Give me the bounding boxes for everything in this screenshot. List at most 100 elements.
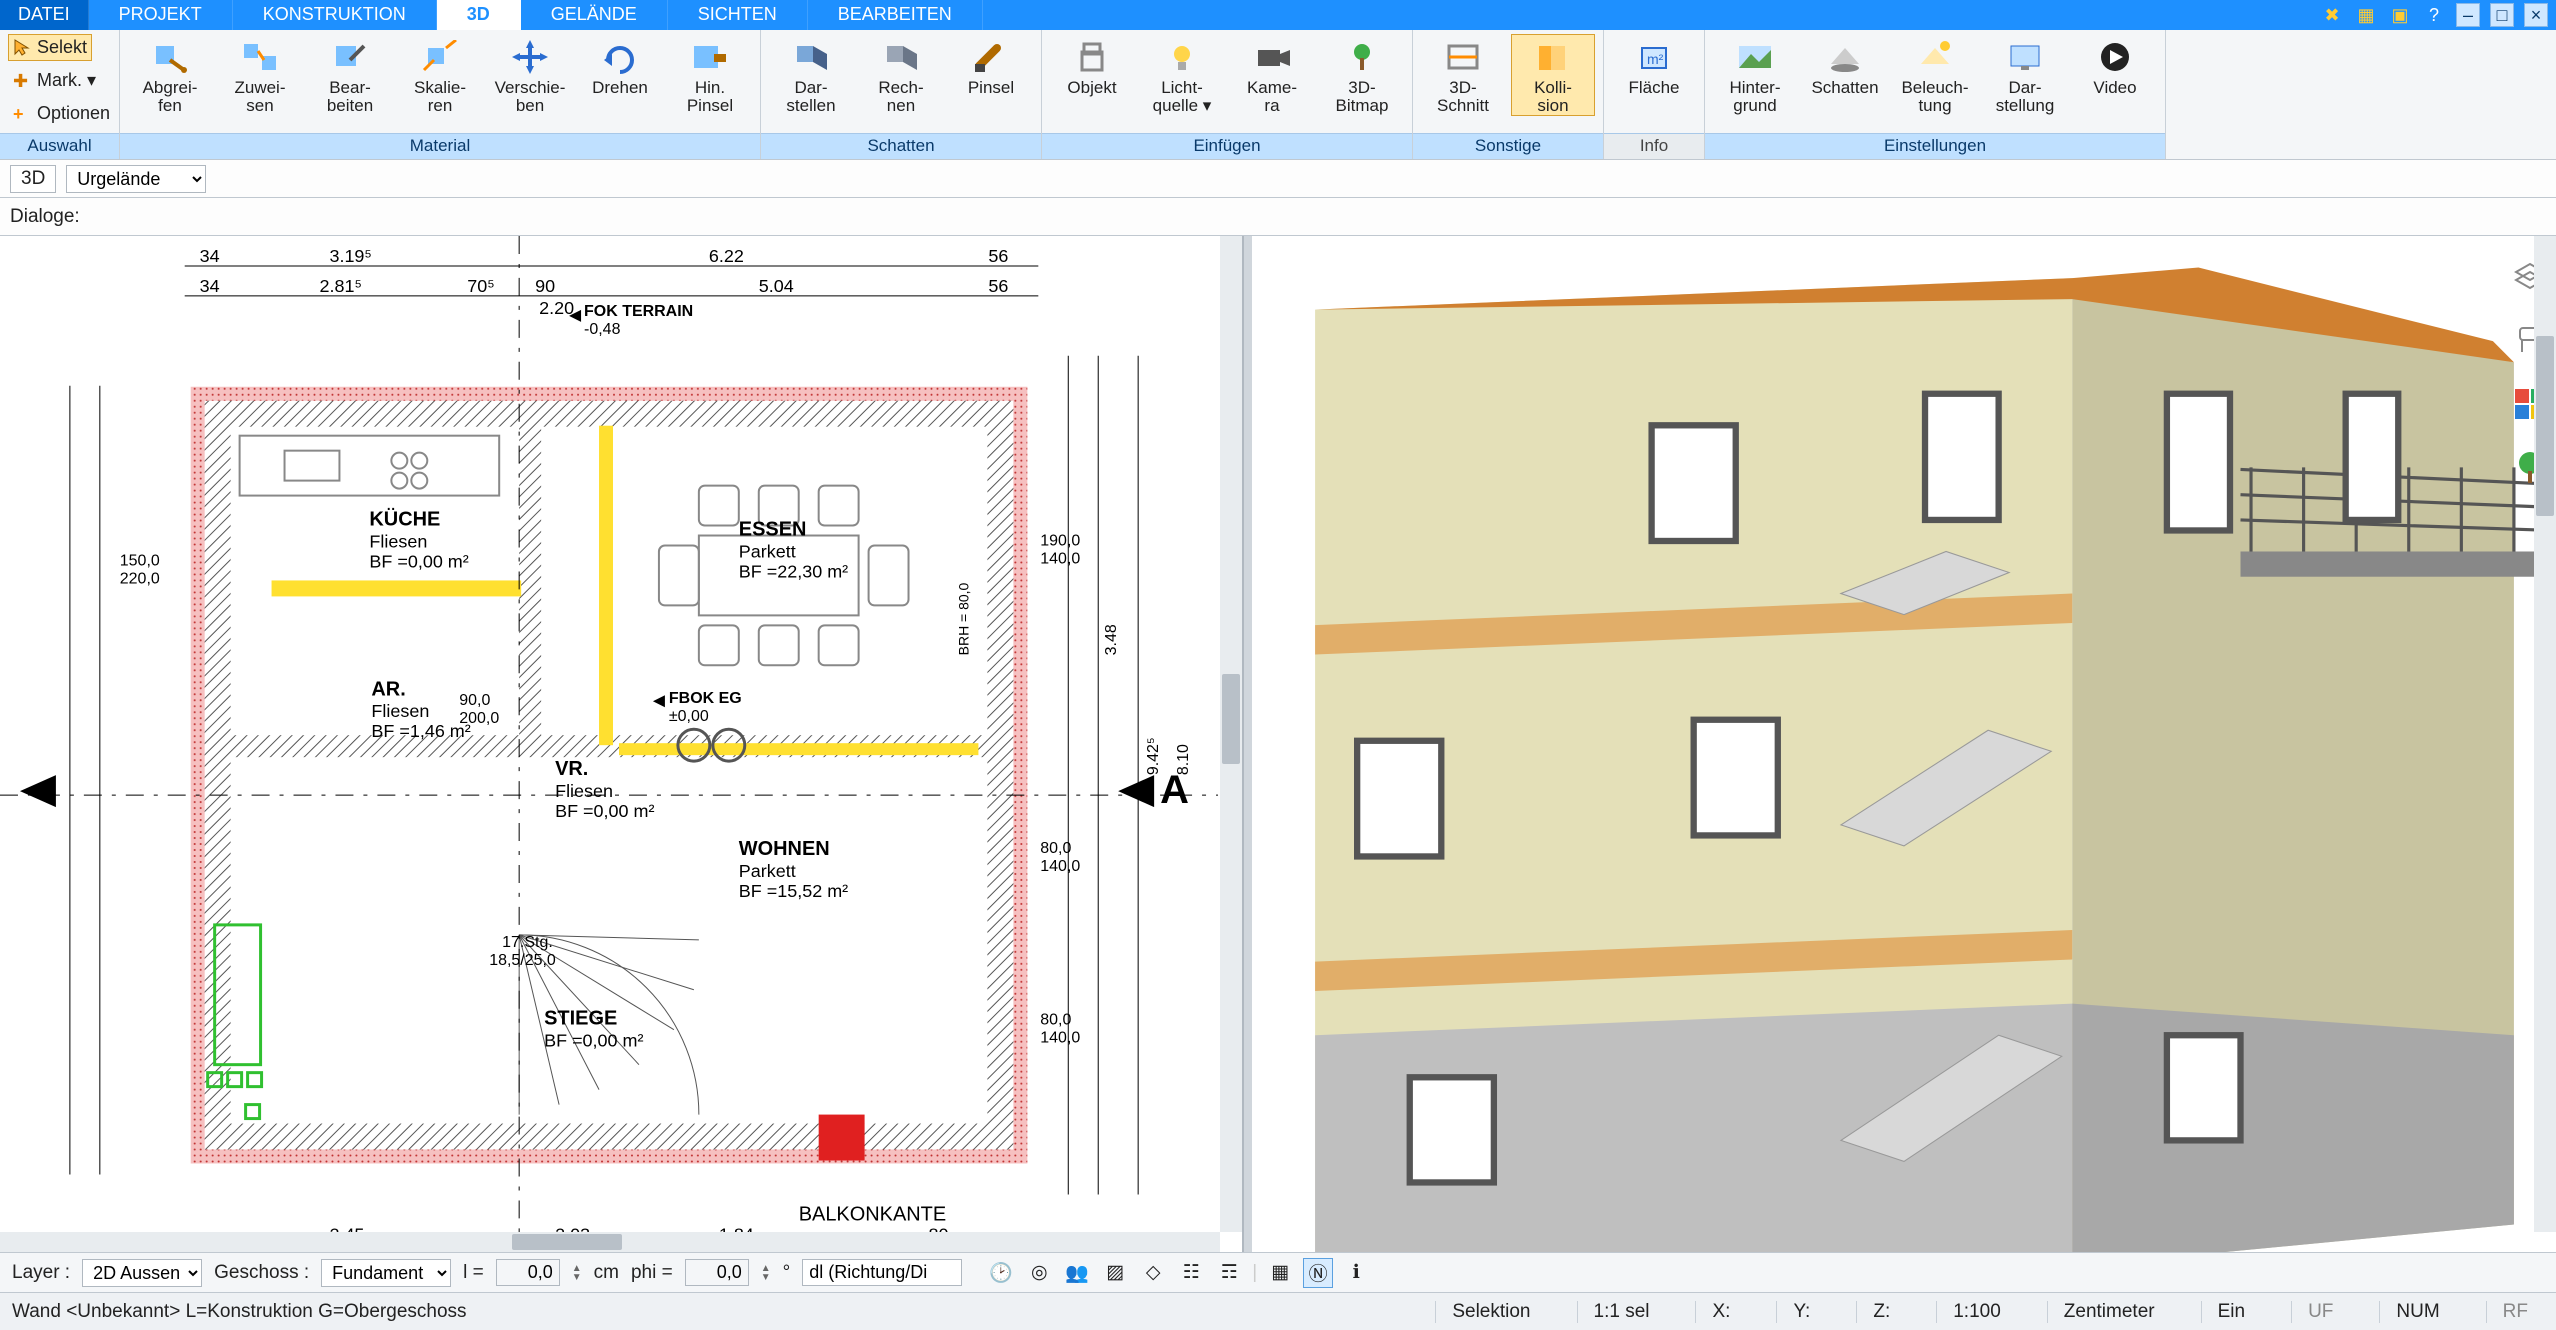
view-3d[interactable] — [1252, 236, 2556, 1252]
stack-icon[interactable]: ☷ — [1176, 1258, 1206, 1288]
ribbon-btn-lichtquelle[interactable]: Licht- quelle ▾ — [1140, 34, 1224, 116]
Objekt-icon — [1070, 39, 1114, 75]
ribbon-btn-video[interactable]: Video — [2073, 34, 2157, 98]
status-scale: 1:100 — [1936, 1301, 2017, 1323]
svg-text:WOHNEN: WOHNEN — [739, 838, 830, 860]
phi-input[interactable] — [685, 1259, 749, 1286]
ribbon-btn-zuweisen[interactable]: Zuwei- sen — [218, 34, 302, 116]
ribbon-btn-drehen[interactable]: Drehen — [578, 34, 662, 98]
tab-datei[interactable]: DATEI — [0, 0, 89, 30]
scrollbar-3d-vertical[interactable] — [2534, 236, 2556, 1232]
svg-text:FOK TERRAIN: FOK TERRAIN — [584, 303, 693, 320]
close-button[interactable]: × — [2524, 3, 2548, 27]
help-icon[interactable]: ? — [2422, 3, 2446, 27]
scrollbar-2d-horizontal[interactable] — [0, 1232, 1220, 1252]
dl-input[interactable] — [802, 1259, 962, 1286]
ribbon-group-einfuegen: ObjektLicht- quelle ▾Kame- ra3D- Bitmap … — [1042, 30, 1413, 159]
building-3d-canvas[interactable] — [1252, 236, 2556, 1252]
layer-label: Layer : — [12, 1262, 70, 1284]
diamond-icon[interactable]: ◇ — [1138, 1258, 1168, 1288]
floorplan-canvas[interactable]: A KÜCHE ESSEN AR. VR. WOHNEN STIEGE Flie… — [0, 236, 1242, 1250]
ribbon-btn-darstellen[interactable]: Dar- stellen — [769, 34, 853, 116]
group-icon[interactable]: 👥 — [1062, 1258, 1092, 1288]
tab-konstruktion[interactable]: KONSTRUKTION — [233, 0, 437, 30]
auswahl-selekt[interactable]: Selekt — [8, 34, 92, 61]
svg-text:VR.: VR. — [555, 758, 588, 780]
svg-text:140,0: 140,0 — [1040, 858, 1080, 875]
ribbon-btn-label: Schatten — [1811, 79, 1878, 97]
tab-sichten[interactable]: SICHTEN — [668, 0, 808, 30]
ribbon-btn-label: Licht- quelle ▾ — [1153, 79, 1212, 115]
mark-icon: ✚ — [13, 71, 33, 91]
target-icon[interactable]: ◎ — [1024, 1258, 1054, 1288]
svg-text:56: 56 — [988, 276, 1008, 296]
svg-text:8.10: 8.10 — [1175, 744, 1192, 775]
ribbon-btn-kamera[interactable]: Kame- ra — [1230, 34, 1314, 116]
layer-terrain-select[interactable]: Urgelände — [66, 165, 206, 193]
clock-icon[interactable]: 🕑 — [986, 1258, 1016, 1288]
minimize-button[interactable]: – — [2456, 3, 2480, 27]
ribbon-btn-verschieben[interactable]: Verschie- ben — [488, 34, 572, 116]
ribbon-btn-bearbeiten[interactable]: Bear- beiten — [308, 34, 392, 116]
grid-icon[interactable]: ▦ — [1265, 1258, 1295, 1288]
svg-text:190,0: 190,0 — [1040, 533, 1080, 550]
layer-icon[interactable]: ▨ — [1100, 1258, 1130, 1288]
Kolli--icon — [1531, 39, 1575, 75]
ribbon-btn-abgreifen[interactable]: Abgrei- fen — [128, 34, 212, 116]
window-icon-2[interactable]: ▣ — [2388, 3, 2412, 27]
stack2-icon[interactable]: ☶ — [1214, 1258, 1244, 1288]
ribbon-btn-flche[interactable]: m²Fläche — [1612, 34, 1696, 98]
ribbon-btn-label: 3D- Bitmap — [1336, 79, 1389, 115]
svg-text:6.22: 6.22 — [709, 246, 744, 266]
ribbon-btn-kollision[interactable]: Kolli- sion — [1511, 34, 1595, 116]
scrollbar-2d-vertical[interactable] — [1220, 236, 1242, 1232]
ribbon-btn-objekt[interactable]: Objekt — [1050, 34, 1134, 98]
ribbon-btn-label: Dar- stellen — [786, 79, 835, 115]
ribbon-btn-label: Hin. Pinsel — [687, 79, 733, 115]
ribbon-group-einstellungen: Hinter- grund Schatten Beleuch- tungDar- s… — [1705, 30, 2166, 159]
auswahl-optionen[interactable]: + Optionen — [8, 100, 115, 127]
l-input[interactable] — [496, 1259, 560, 1286]
tools-icon[interactable]: ✖ — [2320, 3, 2344, 27]
svg-text:5.04: 5.04 — [759, 276, 794, 296]
ribbon-caption-einstellungen: Einstellungen — [1705, 133, 2165, 159]
ribbon-btn-pinsel[interactable]: Pinsel — [949, 34, 1033, 98]
maximize-button[interactable]: □ — [2490, 3, 2514, 27]
tab-gelaende[interactable]: GELÄNDE — [521, 0, 668, 30]
snap-n-icon[interactable]: Ⓝ — [1303, 1258, 1333, 1288]
geschoss-label: Geschoss : — [214, 1262, 309, 1284]
svg-text:2.20: 2.20 — [539, 298, 574, 318]
tab-bearbeiten[interactable]: BEARBEITEN — [808, 0, 983, 30]
tab-projekt[interactable]: PROJEKT — [89, 0, 233, 30]
3D--icon — [1340, 39, 1384, 75]
info-icon[interactable]: ℹ — [1341, 1258, 1371, 1288]
view-splitter[interactable] — [1244, 236, 1252, 1252]
tab-3d[interactable]: 3D — [437, 0, 521, 30]
ribbon-btn-3dbitmap[interactable]: 3D- Bitmap — [1320, 34, 1404, 116]
ribbon-btn-3dschnitt[interactable]: 3D- Schnitt — [1421, 34, 1505, 116]
svg-text:3.48: 3.48 — [1103, 624, 1120, 655]
ribbon-btn-hinpinsel[interactable]: Hin. Pinsel — [668, 34, 752, 116]
geschoss-select[interactable]: Fundament — [321, 1259, 451, 1287]
auswahl-mark[interactable]: ✚ Mark. ▾ — [8, 67, 101, 94]
status-ein: Ein — [2201, 1301, 2261, 1323]
svg-text:34: 34 — [200, 246, 220, 266]
Dar--icon — [789, 39, 833, 75]
phi-stepper[interactable]: ▲▼ — [761, 1264, 771, 1282]
status-sel-ratio: 1:1 sel — [1577, 1301, 1666, 1323]
svg-text:9.42⁵: 9.42⁵ — [1145, 737, 1162, 775]
ribbon-btn-label: Zuwei- sen — [234, 79, 285, 115]
ribbon-btn-rechnen[interactable]: Rech- nen — [859, 34, 943, 116]
ribbon-btn-schatten[interactable]: Schatten — [1803, 34, 1887, 98]
layer-select[interactable]: 2D Aussen — [82, 1259, 202, 1287]
window-icon-1[interactable]: ▦ — [2354, 3, 2378, 27]
ribbon-btn-hintergrund[interactable]: Hinter- grund — [1713, 34, 1797, 116]
view-2d-plan[interactable]: A KÜCHE ESSEN AR. VR. WOHNEN STIEGE Flie… — [0, 236, 1244, 1252]
l-label: l = — [463, 1262, 484, 1284]
phi-label: phi = — [631, 1262, 673, 1284]
ribbon-btn-beleuchtung[interactable]: Beleuch- tung — [1893, 34, 1977, 116]
status-x: X: — [1695, 1301, 1746, 1323]
ribbon-btn-darstellung[interactable]: Dar- stellung — [1983, 34, 2067, 116]
ribbon-btn-skalieren[interactable]: Skalie- ren — [398, 34, 482, 116]
l-stepper[interactable]: ▲▼ — [572, 1264, 582, 1282]
